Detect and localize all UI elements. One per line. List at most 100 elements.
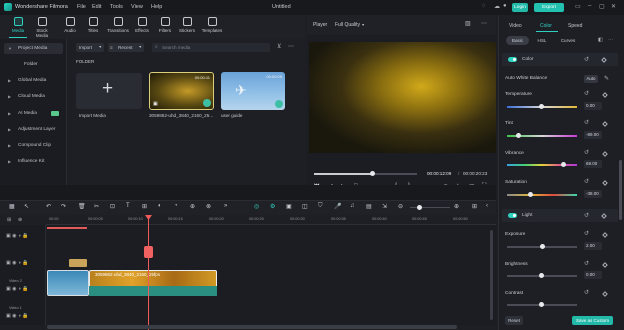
tool-stickers[interactable]: Stickers xyxy=(177,17,197,33)
brightness-value[interactable]: 0.00 xyxy=(584,271,602,279)
reset-icon[interactable]: ↺ xyxy=(584,119,589,126)
keyframe-icon[interactable] xyxy=(601,57,607,63)
playhead-marker[interactable] xyxy=(144,246,153,258)
select-tool-icon[interactable]: ↖ xyxy=(24,203,29,210)
vibrance-slider[interactable] xyxy=(507,164,577,166)
shield-icon[interactable]: ⛉ xyxy=(318,203,323,210)
marker-icon[interactable]: ◫ xyxy=(302,203,308,210)
sidebar-item-adjustment-layer[interactable]: ▶ Adjustment Layer xyxy=(4,124,63,135)
cloud-icon[interactable]: ☁ xyxy=(494,3,500,10)
sidebar-item-cloud-media[interactable]: ▶ Cloud Media xyxy=(4,91,63,102)
subtitle-icon[interactable]: ▤ xyxy=(366,203,372,210)
playhead[interactable] xyxy=(148,215,149,330)
tool-media[interactable]: Media xyxy=(8,17,28,33)
tool-effects[interactable]: Effects xyxy=(132,17,152,33)
login-button[interactable]: Login xyxy=(512,3,528,12)
timeline-horizontal-scrollbar[interactable] xyxy=(47,325,457,329)
audio-icon[interactable]: ◐ xyxy=(158,203,162,209)
menu-edit[interactable]: Edit xyxy=(92,4,101,10)
track-icons[interactable]: ▣ ◉ ◑ 🔒 xyxy=(6,286,29,292)
zoom-handle[interactable] xyxy=(417,205,422,210)
tool-filters[interactable]: Filters xyxy=(155,17,175,33)
search-input[interactable]: ⌕ Search media xyxy=(152,43,270,52)
reset-icon[interactable]: ↺ xyxy=(584,178,589,185)
timeline-ruler[interactable] xyxy=(46,216,496,225)
detach-icon[interactable]: ⊞ xyxy=(142,203,147,210)
exposure-value[interactable]: 2.00 xyxy=(584,242,602,250)
sidebar-item-influence-kit[interactable]: ▶ Influence Kit xyxy=(4,156,63,167)
export-frame-icon[interactable]: ⇲ xyxy=(382,203,387,210)
keyframe-icon[interactable] xyxy=(601,213,607,219)
slider-handle[interactable] xyxy=(561,162,566,167)
reset-icon[interactable]: ↺ xyxy=(584,149,589,156)
image-icon[interactable]: ▨ xyxy=(465,20,471,27)
mic-icon[interactable]: 🎤 xyxy=(334,203,341,210)
reset-icon[interactable]: ↺ xyxy=(584,289,589,296)
slider-handle[interactable] xyxy=(539,302,544,307)
tab-speed[interactable]: Speed xyxy=(568,23,582,29)
music-icon[interactable]: ♫ xyxy=(350,203,355,209)
subtab-curves[interactable]: Curves xyxy=(557,36,579,45)
media-thumbnail[interactable]: 00:00:11 ▣ xyxy=(149,72,214,110)
tool-templates[interactable]: Templates xyxy=(200,17,224,33)
import-dropdown[interactable]: Import ▼ xyxy=(76,43,104,52)
zoom-out-icon[interactable]: ⊖ xyxy=(398,203,403,210)
saturation-value[interactable]: -38.00 xyxy=(584,190,602,198)
sidebar-item-global-media[interactable]: ▶ Global Media xyxy=(4,75,63,86)
sidebar-item-ai-media[interactable]: ▶ AI Media xyxy=(4,108,63,119)
zoom-slider[interactable] xyxy=(410,207,450,208)
menu-view[interactable]: View xyxy=(131,4,143,10)
tab-color[interactable]: Color xyxy=(540,23,552,29)
reset-icon[interactable]: ↺ xyxy=(584,260,589,267)
zoom-in-icon[interactable]: ⊕ xyxy=(454,203,459,210)
tool-titles[interactable]: Titles xyxy=(83,17,103,33)
timeline-vertical-scrollbar[interactable] xyxy=(490,230,493,320)
sidebar-item-project-media[interactable]: ▼ Project Media xyxy=(4,43,63,54)
tool-stock-media[interactable]: Stock Media xyxy=(30,17,54,38)
color-section-header[interactable]: Color ↺ xyxy=(502,53,618,66)
text-icon[interactable]: T xyxy=(126,203,130,209)
quality-dropdown[interactable]: Full Quality ▼ xyxy=(335,22,365,28)
reset-button[interactable]: Reset xyxy=(505,316,523,325)
tool-audio[interactable]: Audio xyxy=(60,17,80,33)
more-tools-icon[interactable]: » xyxy=(224,203,227,209)
timeline-clip[interactable] xyxy=(69,259,87,267)
crop-icon[interactable]: ⊡ xyxy=(110,203,115,210)
tab-video[interactable]: Video xyxy=(509,23,522,29)
light-section-header[interactable]: Light ↺ xyxy=(502,209,618,222)
filter-icon[interactable]: ⊻ xyxy=(277,43,281,50)
reset-icon[interactable]: ↺ xyxy=(584,212,589,219)
reset-icon[interactable]: ↺ xyxy=(584,90,589,97)
ripple-icon[interactable]: ⚙ xyxy=(270,203,275,210)
tint-value[interactable]: -89.00 xyxy=(584,131,602,139)
reset-icon[interactable]: ↺ xyxy=(584,56,589,63)
track-icons[interactable]: ▣ ◉ ◑ 🔒 xyxy=(6,313,29,319)
menu-file[interactable]: File xyxy=(77,4,86,10)
subtab-hsl[interactable]: HSL xyxy=(533,36,551,45)
layout-grid-icon[interactable]: ▦ xyxy=(9,203,15,210)
undo-icon[interactable]: ↶ xyxy=(46,203,51,210)
menu-help[interactable]: Help xyxy=(151,4,162,10)
minimize-icon[interactable]: – xyxy=(588,3,591,9)
export-button[interactable]: Export xyxy=(534,3,564,12)
progress-handle[interactable] xyxy=(370,171,375,176)
track-icons[interactable]: ▣ ◉ ◑ 🔒 xyxy=(6,260,29,266)
snap-icon[interactable]: ◎ xyxy=(254,203,259,210)
stabilize-icon[interactable]: ⊕ xyxy=(190,203,195,210)
save-as-custom-button[interactable]: Save as Custom xyxy=(572,316,613,325)
tool-transitions[interactable]: Transitions xyxy=(106,17,130,33)
temperature-value[interactable]: 0.00 xyxy=(584,102,602,110)
sidebar-item-folder[interactable]: Folder xyxy=(4,59,63,70)
sort-dropdown[interactable]: ≡ Recent ▼ xyxy=(108,43,144,52)
timeline-clip[interactable] xyxy=(47,270,89,296)
redo-icon[interactable]: ↷ xyxy=(61,203,66,210)
slider-handle[interactable] xyxy=(528,192,533,197)
add-track-icon[interactable]: ⊞ xyxy=(7,217,11,223)
slider-handle[interactable] xyxy=(539,104,544,109)
more-icon[interactable]: ⋯ xyxy=(608,37,613,43)
avatar[interactable]: ● xyxy=(503,3,507,9)
grid-icon[interactable]: ⊞ xyxy=(472,203,477,210)
more-icon[interactable]: ⋯ xyxy=(481,20,487,27)
panel-scrollbar[interactable] xyxy=(619,160,622,220)
light-toggle[interactable] xyxy=(508,213,517,218)
